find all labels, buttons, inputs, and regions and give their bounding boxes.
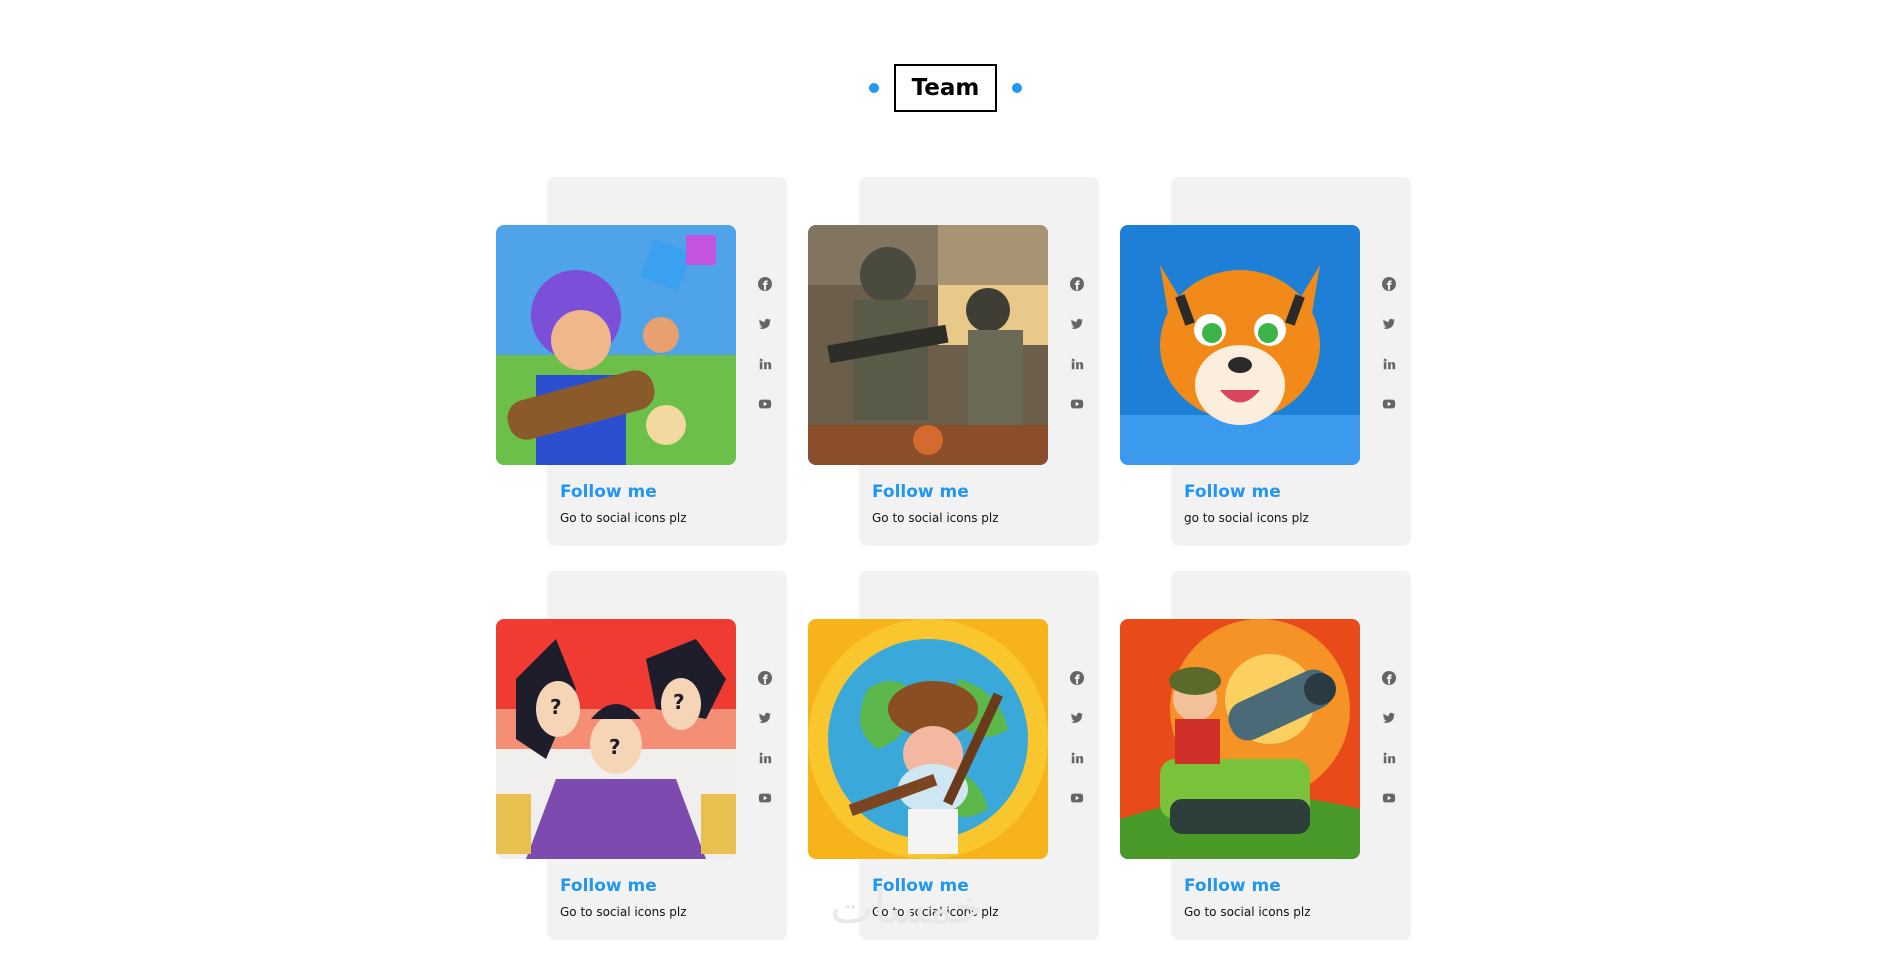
svg-text:?: ? [673,690,685,714]
svg-text:?: ? [550,695,562,719]
twitter-icon[interactable] [1382,317,1396,331]
title-dot-right [1012,83,1023,93]
member-description: Go to social icons plz [872,511,999,525]
member-image [1120,225,1360,465]
linkedin-icon[interactable] [1070,751,1084,765]
twitter-icon[interactable] [1070,711,1084,725]
linkedin-icon[interactable] [1382,357,1396,371]
youtube-icon[interactable] [1382,397,1396,411]
linkedin-icon[interactable] [758,751,772,765]
youtube-icon[interactable] [1382,791,1396,805]
team-card: Follow me Go to social icons plz [1120,571,1411,940]
linkedin-icon[interactable] [1070,357,1084,371]
twitter-icon[interactable] [1070,317,1084,331]
youtube-icon[interactable] [1070,791,1084,805]
facebook-icon[interactable] [758,671,772,685]
section-header: Team [0,64,1891,112]
team-grid: Follow me Go to social icons plz Follow … [496,177,1411,940]
youtube-icon[interactable] [1070,397,1084,411]
follow-link[interactable]: Follow me [560,876,657,896]
social-links [1382,671,1396,805]
member-image [496,225,736,465]
facebook-icon[interactable] [758,277,772,291]
member-image [808,225,1048,465]
watermark: خمسات [830,880,984,934]
member-image [808,619,1048,859]
linkedin-icon[interactable] [1382,751,1396,765]
member-description: go to social icons plz [1184,511,1309,525]
twitter-icon[interactable] [758,317,772,331]
team-card: Follow me Go to social icons plz [808,177,1099,546]
follow-link[interactable]: Follow me [872,482,969,502]
team-card: Follow me Go to social icons plz [496,177,787,546]
member-image: ? ? ? [496,619,736,859]
follow-link[interactable]: Follow me [1184,482,1281,502]
member-description: Go to social icons plz [560,905,687,919]
section-title: Team [893,64,998,112]
member-image [1120,619,1360,859]
team-card: Follow me go to social icons plz [1120,177,1411,546]
twitter-icon[interactable] [758,711,772,725]
youtube-icon[interactable] [758,397,772,411]
team-card: ? ? ? Follow me Go to social icons plz [496,571,787,940]
facebook-icon[interactable] [1382,277,1396,291]
facebook-icon[interactable] [1070,277,1084,291]
follow-link[interactable]: Follow me [1184,876,1281,896]
social-links [1070,671,1084,805]
member-description: Go to social icons plz [1184,905,1311,919]
twitter-icon[interactable] [1382,711,1396,725]
social-links [1070,277,1084,411]
facebook-icon[interactable] [1382,671,1396,685]
youtube-icon[interactable] [758,791,772,805]
svg-text:?: ? [609,735,621,759]
social-links [758,671,772,805]
social-links [1382,277,1396,411]
title-dot-left [868,83,879,93]
facebook-icon[interactable] [1070,671,1084,685]
follow-link[interactable]: Follow me [560,482,657,502]
linkedin-icon[interactable] [758,357,772,371]
member-description: Go to social icons plz [560,511,687,525]
social-links [758,277,772,411]
